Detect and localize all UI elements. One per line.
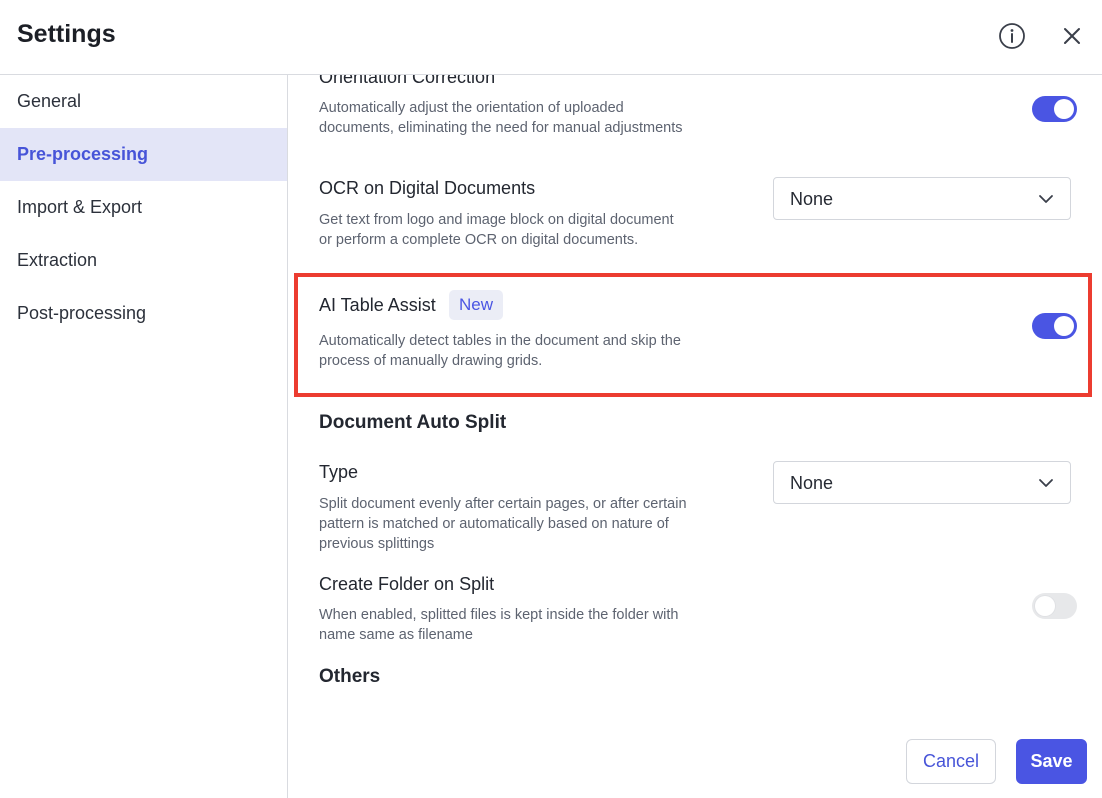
ocr-digital-select-value: None	[790, 189, 834, 209]
create-folder-title: Create Folder on Split	[319, 574, 495, 594]
ocr-digital-select[interactable]: None	[773, 177, 1071, 220]
save-button[interactable]: Save	[1016, 739, 1087, 784]
split-type-select-value: None	[790, 473, 834, 493]
sidebar-item-pre-processing[interactable]: Pre-processing	[0, 128, 287, 181]
toggle-knob	[1054, 99, 1074, 119]
ai-table-assist-description: Automatically detect tables in the docum…	[319, 333, 681, 369]
chevron-down-icon	[1039, 195, 1053, 203]
sidebar-item-import-export[interactable]: Import & Export	[0, 181, 287, 234]
sidebar-item-general[interactable]: General	[0, 75, 287, 128]
split-type-select[interactable]: None	[773, 461, 1071, 504]
toggle-knob	[1035, 596, 1055, 616]
cancel-button[interactable]: Cancel	[906, 739, 996, 784]
orientation-correction-description: Automatically adjust the orientation of …	[319, 100, 683, 136]
info-icon	[999, 23, 1025, 49]
toggle-knob	[1054, 316, 1074, 336]
sidebar-item-extraction[interactable]: Extraction	[0, 234, 287, 287]
page-title: Settings	[17, 20, 116, 48]
split-type-description: Split document evenly after certain page…	[319, 496, 687, 552]
ocr-digital-title: OCR on Digital Documents	[319, 178, 536, 198]
orientation-correction-toggle[interactable]	[1032, 96, 1077, 122]
document-auto-split-heading: Document Auto Split	[319, 412, 507, 433]
close-icon	[1064, 28, 1080, 44]
others-heading: Others	[319, 666, 381, 687]
settings-sidebar: General Pre-processing Import & Export E…	[0, 75, 288, 798]
sidebar-item-post-processing[interactable]: Post-processing	[0, 287, 287, 340]
ai-table-assist-title: AI Table Assist	[319, 295, 436, 315]
orientation-correction-title: Orientation Correction	[319, 75, 496, 87]
ocr-digital-description: Get text from logo and image block on di…	[319, 212, 674, 248]
close-button[interactable]	[1056, 20, 1088, 52]
ai-table-assist-toggle[interactable]	[1032, 313, 1077, 339]
split-type-title: Type	[319, 462, 359, 482]
create-folder-toggle[interactable]	[1032, 593, 1077, 619]
new-badge: New	[449, 290, 504, 320]
settings-content[interactable]: Orientation Correction Automatically adj…	[288, 75, 1102, 798]
chevron-down-icon	[1039, 479, 1053, 487]
info-button[interactable]	[996, 20, 1028, 52]
settings-header: Settings	[0, 0, 1102, 75]
create-folder-description: When enabled, splitted files is kept ins…	[319, 607, 679, 643]
